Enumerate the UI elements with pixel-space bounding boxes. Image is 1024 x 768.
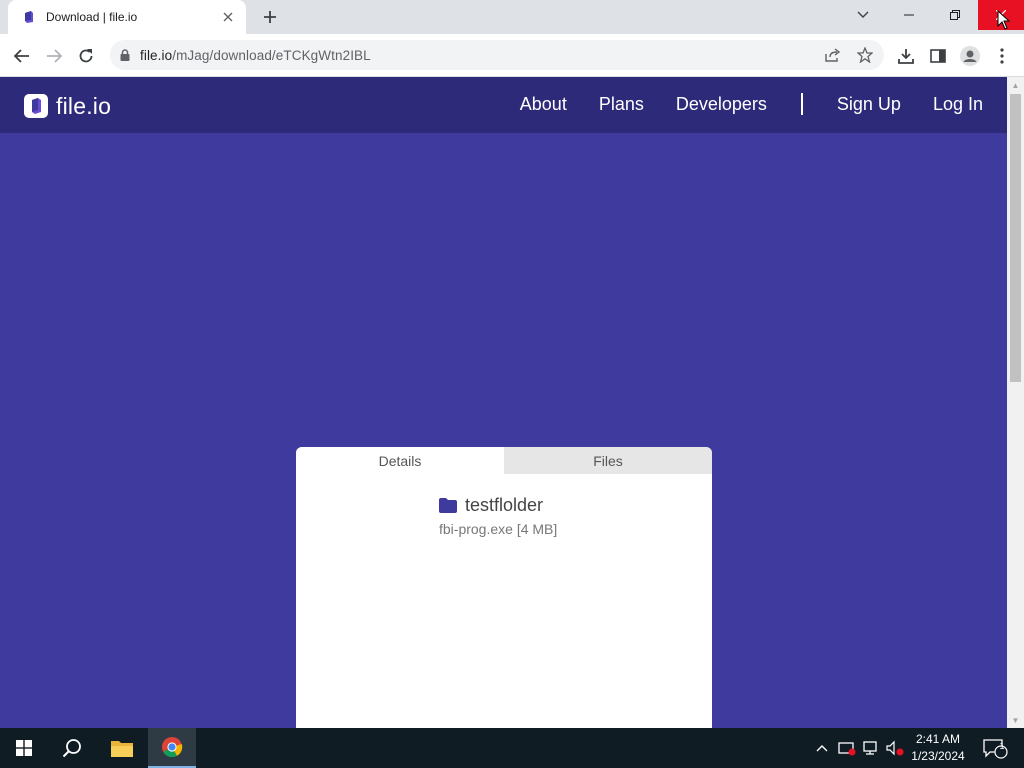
notification-center-icon[interactable]: 1: [980, 728, 1010, 768]
folder-row[interactable]: testflolder: [439, 495, 543, 516]
url-text: file.io/mJag/download/eTCKgWtn2IBL: [140, 48, 371, 63]
browser-toolbar: file.io/mJag/download/eTCKgWtn2IBL: [0, 34, 1024, 77]
download-card: Details Files testflolder fbi-prog.exe […: [296, 447, 712, 728]
nav-plans-link[interactable]: Plans: [599, 94, 644, 115]
folder-icon: [439, 498, 457, 513]
tab-search-chevron-icon[interactable]: [840, 0, 886, 30]
scrollbar-thumb[interactable]: [1010, 94, 1021, 382]
lock-icon[interactable]: [120, 49, 130, 61]
profile-avatar-icon[interactable]: [956, 42, 984, 70]
fileio-logo-icon: [24, 94, 48, 118]
back-arrow-icon[interactable]: [8, 42, 36, 70]
card-tabs: Details Files: [296, 447, 712, 474]
scroll-up-arrow-icon[interactable]: ▲: [1007, 77, 1024, 93]
address-bar[interactable]: file.io/mJag/download/eTCKgWtn2IBL: [110, 40, 884, 70]
nav-login-link[interactable]: Log In: [933, 94, 983, 115]
nav-about-link[interactable]: About: [520, 94, 567, 115]
browser-tab-strip: Download | file.io: [0, 0, 1024, 34]
downloads-icon[interactable]: [892, 42, 920, 70]
windows-start-icon[interactable]: [0, 728, 48, 768]
more-menu-icon[interactable]: [988, 42, 1016, 70]
tab-files[interactable]: Files: [504, 447, 712, 474]
nav-developers-link[interactable]: Developers: [676, 94, 767, 115]
windows-taskbar: 2:41 AM 1/23/2024 1: [0, 728, 1024, 768]
share-icon[interactable]: [819, 41, 847, 69]
nav-signup-link[interactable]: Sign Up: [837, 94, 901, 115]
site-navbar: file.io About Plans Developers Sign Up L…: [0, 77, 1007, 133]
tray-volume-muted-icon[interactable]: [884, 728, 906, 768]
tab-title: Download | file.io: [46, 10, 138, 24]
site-logo[interactable]: file.io: [24, 92, 112, 119]
new-tab-button[interactable]: [258, 5, 282, 29]
tab-details[interactable]: Details: [296, 447, 504, 474]
logo-text: file.io: [56, 92, 112, 119]
reload-icon[interactable]: [72, 42, 100, 70]
taskbar-clock[interactable]: 2:41 AM 1/23/2024: [906, 731, 970, 765]
url-host: file.io: [140, 47, 173, 63]
url-path: /mJag/download/eTCKgWtn2IBL: [172, 47, 371, 63]
tray-chevron-up-icon[interactable]: [812, 728, 832, 768]
tray-network-icon[interactable]: [860, 728, 882, 768]
search-icon[interactable]: [48, 728, 96, 768]
window-minimize-button[interactable]: [886, 0, 932, 30]
window-restore-button[interactable]: [932, 0, 978, 30]
page-viewport: file.io About Plans Developers Sign Up L…: [0, 77, 1007, 728]
nav-links: About Plans Developers Sign Up Log In: [488, 93, 983, 115]
fileio-favicon-icon: [22, 10, 36, 24]
tab-close-icon[interactable]: [220, 9, 236, 25]
mouse-cursor-icon: [997, 9, 1011, 30]
clock-time: 2:41 AM: [915, 732, 961, 746]
tray-security-icon[interactable]: [836, 728, 858, 768]
forward-arrow-icon[interactable]: [40, 42, 68, 70]
nav-divider: [800, 93, 803, 115]
bookmark-star-icon[interactable]: [851, 41, 879, 69]
file-explorer-icon[interactable]: [98, 728, 146, 768]
notification-count: 1: [999, 741, 1005, 751]
side-panel-icon[interactable]: [924, 42, 952, 70]
page-scrollbar[interactable]: ▲ ▼: [1007, 77, 1024, 728]
chrome-taskbar-icon[interactable]: [148, 728, 196, 768]
folder-name: testflolder: [465, 495, 544, 515]
browser-tab[interactable]: Download | file.io: [8, 0, 246, 34]
scroll-down-arrow-icon[interactable]: ▼: [1007, 712, 1024, 728]
clock-date: 1/23/2024: [911, 749, 965, 763]
file-entry: fbi-prog.exe [4 MB]: [439, 521, 558, 537]
